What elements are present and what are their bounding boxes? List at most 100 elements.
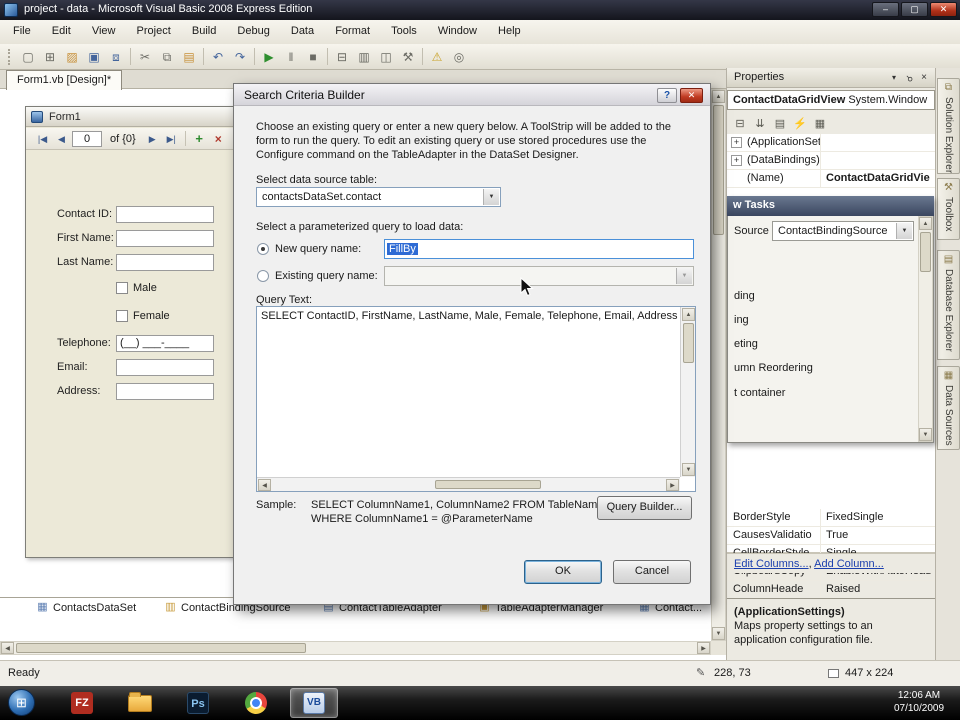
new-query-radio[interactable] xyxy=(257,243,269,255)
add-column-link[interactable]: Add Column... xyxy=(814,558,884,570)
chevron-down-icon[interactable] xyxy=(483,189,499,205)
scroll-right-icon[interactable] xyxy=(697,642,710,654)
taskbar-photoshop[interactable]: Ps xyxy=(174,688,222,718)
contact-id-field[interactable] xyxy=(116,206,214,223)
scrollbar-thumb[interactable] xyxy=(435,480,541,489)
move-first-icon[interactable]: |◀ xyxy=(34,130,51,148)
enable-editing-label-fragment[interactable]: ing xyxy=(734,314,749,326)
property-row[interactable]: (DataBindings) xyxy=(727,152,935,170)
close-icon[interactable]: × xyxy=(917,71,931,85)
property-row[interactable]: ColumnHeade Raised xyxy=(727,581,935,599)
menu-format[interactable]: Format xyxy=(326,20,379,42)
cut-icon[interactable]: ✂ xyxy=(134,47,156,67)
query-vertical-scrollbar[interactable] xyxy=(680,307,695,477)
data-source-combo[interactable]: ContactBindingSource xyxy=(772,221,914,241)
start-button[interactable] xyxy=(8,689,35,716)
address-field[interactable] xyxy=(116,383,214,400)
new-query-name-input[interactable]: FillBy xyxy=(384,239,694,259)
taskbar-filezilla[interactable]: FZ xyxy=(58,688,106,718)
property-row[interactable]: CausesValidatio True xyxy=(727,527,935,545)
enable-deleting-label-fragment[interactable]: eting xyxy=(734,338,758,350)
male-checkbox[interactable]: Male xyxy=(116,282,157,294)
dock-in-parent-container-label-fragment[interactable]: t container xyxy=(734,387,785,399)
menu-project[interactable]: Project xyxy=(128,20,180,42)
delete-icon[interactable]: × xyxy=(210,130,227,148)
expand-icon[interactable] xyxy=(731,155,742,166)
open-file-icon[interactable]: ▨ xyxy=(61,47,83,67)
tab-data-sources[interactable]: ▦ Data Sources xyxy=(937,366,960,450)
solution-explorer-icon[interactable]: ⊟ xyxy=(331,47,353,67)
close-button[interactable] xyxy=(930,2,957,17)
pin-icon[interactable]: ⚲ xyxy=(899,68,919,88)
scroll-up-icon[interactable] xyxy=(919,217,932,230)
expand-icon[interactable] xyxy=(731,137,742,148)
menu-view[interactable]: View xyxy=(83,20,125,42)
property-row[interactable]: BorderStyle FixedSingle xyxy=(727,509,935,527)
female-checkbox[interactable]: Female xyxy=(116,310,170,322)
tab-toolbox[interactable]: ⚒ Toolbox xyxy=(937,178,960,240)
stop-debugging-icon[interactable]: ■ xyxy=(302,47,324,67)
menu-file[interactable]: File xyxy=(4,20,40,42)
scrollbar-thumb[interactable] xyxy=(920,232,931,272)
dialog-close-icon[interactable] xyxy=(680,88,703,103)
scrollbar-thumb[interactable] xyxy=(713,105,724,235)
undo-icon[interactable]: ↶ xyxy=(207,47,229,67)
events-icon[interactable]: ⚡ xyxy=(791,114,809,132)
alphabetical-icon[interactable]: ⇊ xyxy=(751,114,769,132)
chevron-down-icon[interactable] xyxy=(896,223,912,239)
existing-query-radio[interactable] xyxy=(257,270,269,282)
menu-build[interactable]: Build xyxy=(183,20,225,42)
taskbar-visual-basic[interactable]: VB xyxy=(290,688,338,718)
menu-help[interactable]: Help xyxy=(489,20,530,42)
error-list-icon[interactable]: ⚠ xyxy=(426,47,448,67)
move-last-icon[interactable]: ▶| xyxy=(163,130,180,148)
properties-header[interactable]: Properties ▾ ⚲ × xyxy=(727,68,935,88)
toolbar-grip[interactable] xyxy=(8,48,11,65)
tasks-vertical-scrollbar[interactable] xyxy=(918,216,933,442)
position-box[interactable]: 0 xyxy=(72,130,102,147)
scroll-left-icon[interactable] xyxy=(1,642,14,654)
scrollbar-thumb[interactable] xyxy=(16,643,306,653)
categorized-icon[interactable]: ⊟ xyxy=(731,114,749,132)
property-row[interactable]: (Name) ContactDataGridVie xyxy=(727,170,935,188)
add-new-icon[interactable]: + xyxy=(191,130,208,148)
paste-icon[interactable]: ▤ xyxy=(178,47,200,67)
tab-solution-explorer[interactable]: ⧉ Solution Explorer xyxy=(937,78,960,174)
taskbar-explorer[interactable] xyxy=(116,688,164,718)
first-name-field[interactable] xyxy=(116,230,214,247)
scroll-left-icon[interactable] xyxy=(258,479,271,491)
property-pages-icon[interactable]: ▦ xyxy=(811,114,829,132)
object-browser-icon[interactable]: ◫ xyxy=(375,47,397,67)
tab-database-explorer[interactable]: ▤ Database Explorer xyxy=(937,250,960,360)
scroll-down-icon[interactable] xyxy=(682,463,695,476)
properties-window-icon[interactable]: ▥ xyxy=(353,47,375,67)
move-next-icon[interactable]: ▶ xyxy=(144,130,161,148)
query-text-area[interactable]: SELECT ContactID, FirstName, LastName, M… xyxy=(256,306,696,492)
copy-icon[interactable]: ⧉ xyxy=(156,47,178,67)
scroll-up-icon[interactable] xyxy=(682,308,695,321)
taskbar-chrome[interactable] xyxy=(232,688,280,718)
telephone-field[interactable]: (__) ___-____ xyxy=(116,335,214,352)
email-field[interactable] xyxy=(116,359,214,376)
break-all-icon[interactable]: ‖ xyxy=(280,47,302,67)
query-builder-button[interactable]: Query Builder... xyxy=(597,496,692,520)
query-horizontal-scrollbar[interactable] xyxy=(257,477,680,491)
scroll-down-icon[interactable] xyxy=(712,627,725,640)
save-all-icon[interactable]: ⧈ xyxy=(105,47,127,67)
menu-tools[interactable]: Tools xyxy=(382,20,426,42)
start-debugging-icon[interactable]: ▶ xyxy=(258,47,280,67)
tab-form1-design[interactable]: Form1.vb [Design]* xyxy=(6,70,123,90)
menu-data[interactable]: Data xyxy=(282,20,323,42)
taskbar-clock[interactable]: 12:06 AM 07/10/2009 xyxy=(884,689,954,715)
scrollbar-thumb[interactable] xyxy=(683,323,694,363)
menu-debug[interactable]: Debug xyxy=(228,20,278,42)
toolbox-icon[interactable]: ⚒ xyxy=(397,47,419,67)
move-previous-icon[interactable]: ◀ xyxy=(53,130,70,148)
maximize-button[interactable] xyxy=(901,2,928,17)
help-icon[interactable] xyxy=(657,88,677,103)
column-reordering-label-fragment[interactable]: umn Reordering xyxy=(734,362,813,374)
add-new-item-icon[interactable]: ⊞ xyxy=(39,47,61,67)
menu-window[interactable]: Window xyxy=(429,20,486,42)
existing-query-combo[interactable] xyxy=(384,266,694,286)
find-icon[interactable]: ◎ xyxy=(448,47,470,67)
